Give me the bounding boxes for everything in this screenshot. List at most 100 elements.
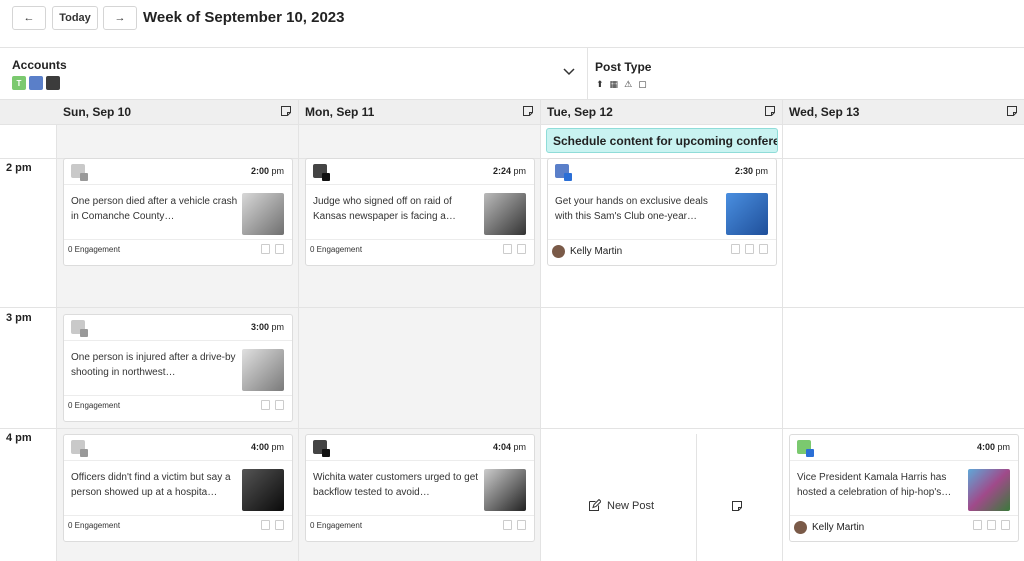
post-text: One person is injured after a drive-by s… [71, 352, 236, 378]
edit-icon[interactable] [745, 244, 754, 254]
platform-badge [806, 449, 814, 457]
engagement-count: 0 Engagement [310, 245, 363, 254]
edit-icon[interactable] [987, 520, 996, 530]
copy-icon[interactable] [261, 400, 270, 410]
note-icon[interactable] [522, 105, 534, 117]
day-header-mon: Mon, Sep 11 [299, 100, 541, 124]
x-platform-badge [322, 449, 330, 457]
top-bar: ← Today → Week of September 10, 2023 [0, 0, 1024, 48]
compose-icon [589, 499, 601, 511]
day-header-tue: Tue, Sep 12 [541, 100, 783, 124]
edit-icon[interactable] [275, 520, 284, 530]
engagement-count: 0 Engagement [68, 401, 121, 410]
grid-line [0, 124, 1024, 125]
post-text: Officers didn't find a victim but say a … [71, 472, 231, 498]
engagement-count: 0 Engagement [68, 245, 121, 254]
post-time: 2:24 pm [492, 166, 526, 176]
today-button[interactable]: Today [52, 6, 98, 30]
post-card[interactable]: 3:00 pm One person is injured after a dr… [63, 314, 293, 422]
note-icon[interactable] [280, 105, 292, 117]
post-thumbnail [242, 469, 284, 511]
post-time: 2:00 pm [250, 166, 284, 176]
grid-line [298, 124, 299, 561]
post-thumbnail [484, 193, 526, 235]
accounts-avatars[interactable]: T [12, 76, 60, 90]
note-icon[interactable] [764, 105, 776, 117]
day-header-wed: Wed, Sep 13 [783, 100, 1024, 124]
post-text: Get your hands on exclusive deals with t… [555, 196, 708, 222]
note-icon[interactable] [1006, 105, 1018, 117]
edit-icon[interactable] [517, 520, 526, 530]
engagement-count: 0 Engagement [68, 521, 121, 530]
edit-icon[interactable] [275, 400, 284, 410]
copy-icon[interactable] [503, 520, 512, 530]
post-card[interactable]: 2:00 pm One person died after a vehicle … [63, 158, 293, 266]
filter-divider [587, 48, 588, 100]
grid-line [696, 434, 697, 561]
post-card[interactable]: 4:04 pm Wichita water customers urged to… [305, 434, 535, 542]
new-post-label: New Post [607, 499, 655, 512]
post-thumbnail [726, 193, 768, 235]
post-type-icons[interactable]: ⬆ ▦ ⚠ ▢ [596, 79, 647, 90]
author-avatar [552, 245, 565, 258]
day-label: Tue, Sep 12 [547, 105, 613, 119]
day-label: Wed, Sep 13 [789, 105, 860, 119]
edit-icon[interactable] [517, 244, 526, 254]
post-time: 4:00 pm [250, 442, 284, 452]
send-icon[interactable] [731, 244, 740, 254]
grid-line [0, 307, 1024, 308]
post-text: Wichita water customers urged to get bac… [313, 472, 479, 498]
schedule-note-banner[interactable]: Schedule content for upcoming conference [546, 128, 778, 153]
copy-icon[interactable] [503, 244, 512, 254]
delete-icon[interactable] [759, 244, 768, 254]
alert-icon[interactable]: ⚠ [624, 79, 632, 90]
edit-icon[interactable] [275, 244, 284, 254]
post-time: 2:30 pm [734, 166, 768, 176]
author-avatar [794, 521, 807, 534]
post-card[interactable]: 4:00 pm Vice President Kamala Harris has… [789, 434, 1019, 542]
time-label-3pm: 3 pm [6, 312, 32, 324]
upload-icon[interactable]: ⬆ [596, 79, 604, 90]
post-time: 4:00 pm [976, 442, 1010, 452]
engagement-count: 0 Engagement [310, 521, 363, 530]
x-platform-badge [322, 173, 330, 181]
platform-badge [80, 449, 88, 457]
account-avatar-3[interactable] [46, 76, 60, 90]
grid-line [0, 428, 1024, 429]
post-thumbnail [968, 469, 1010, 511]
next-week-button[interactable]: → [103, 6, 137, 30]
platform-badge [80, 173, 88, 181]
filter-bar: Accounts T Post Type ⬆ ▦ ⚠ ▢ [0, 48, 1024, 100]
week-title: Week of September 10, 2023 [143, 9, 345, 26]
post-time: 4:04 pm [492, 442, 526, 452]
note-icon[interactable] [731, 500, 743, 512]
account-avatar-2[interactable] [29, 76, 43, 90]
calendar-icon[interactable]: ▦ [610, 79, 619, 90]
post-card[interactable]: 2:24 pm Judge who signed off on raid of … [305, 158, 535, 266]
copy-icon[interactable] [261, 520, 270, 530]
grid-line [56, 124, 57, 561]
note-icon[interactable]: ▢ [638, 79, 647, 90]
copy-icon[interactable] [261, 244, 270, 254]
time-label-4pm: 4 pm [6, 432, 32, 444]
post-text: One person died after a vehicle crash in… [71, 196, 238, 222]
post-thumbnail [484, 469, 526, 511]
send-icon[interactable] [973, 520, 982, 530]
chevron-down-icon[interactable] [562, 64, 576, 78]
day-label: Sun, Sep 10 [63, 105, 132, 119]
day-label: Mon, Sep 11 [305, 105, 375, 119]
account-avatar-t[interactable]: T [12, 76, 26, 90]
accounts-label: Accounts [12, 58, 67, 72]
post-time: 3:00 pm [250, 322, 284, 332]
post-thumbnail [242, 349, 284, 391]
delete-icon[interactable] [1001, 520, 1010, 530]
post-text: Vice President Kamala Harris has hosted … [797, 472, 952, 498]
previous-week-button[interactable]: ← [12, 6, 46, 30]
post-card[interactable]: 2:30 pm Get your hands on exclusive deal… [547, 158, 777, 266]
time-label-2pm: 2 pm [6, 162, 32, 174]
day-header-sun: Sun, Sep 10 [57, 100, 299, 124]
platform-badge [80, 329, 88, 337]
new-post-button[interactable]: New Post [588, 499, 654, 512]
post-thumbnail [242, 193, 284, 235]
post-card[interactable]: 4:00 pm Officers didn't find a victim bu… [63, 434, 293, 542]
